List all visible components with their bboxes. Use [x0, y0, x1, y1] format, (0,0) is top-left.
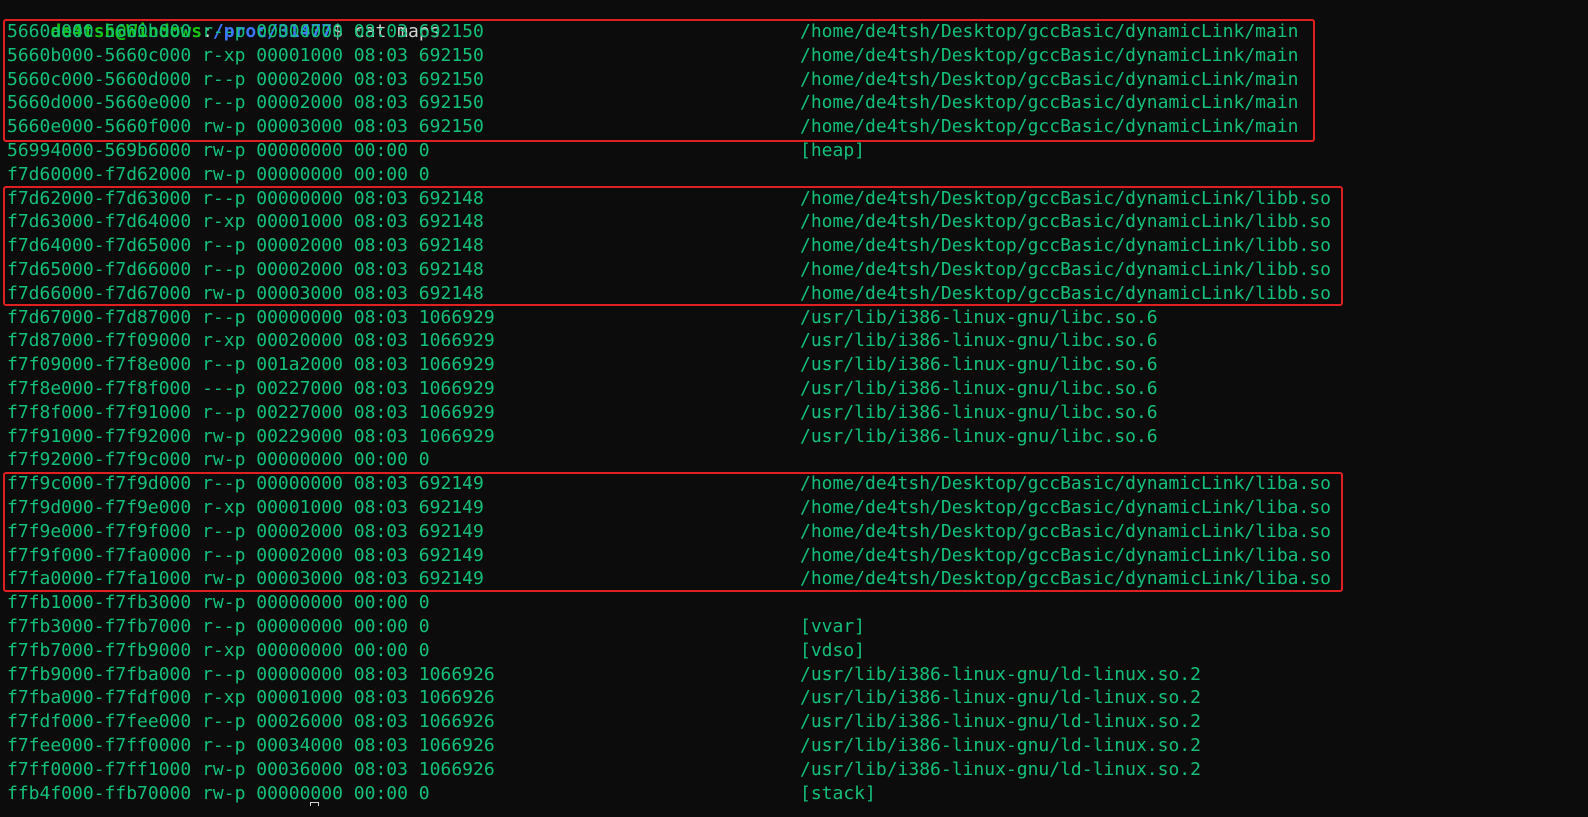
maps-row-pathname: [heap]	[800, 140, 866, 161]
maps-row-fields: 5660a000-5660b000 r--p 00000000 08:03 69…	[7, 21, 484, 42]
maps-row: f7ff0000-f7ff1000 rw-p 00036000 08:03 10…	[7, 758, 1567, 782]
maps-row-pathname: /usr/lib/i386-linux-gnu/libc.so.6	[800, 306, 1158, 328]
maps-row-fields: f7f9c000-f7f9d000 r--p 00000000 08:03 69…	[7, 473, 484, 495]
maps-row-fields: f7d64000-f7d65000 r--p 00002000 08:03 69…	[7, 235, 484, 257]
maps-row: f7f92000-f7f9c000 rw-p 00000000 00:00 0	[7, 448, 1567, 472]
maps-row-pathname: /home/de4tsh/Desktop/gccBasic/dynamicLin…	[800, 235, 1332, 257]
maps-row: f7fb9000-f7fba000 r--p 00000000 08:03 10…	[7, 663, 1567, 687]
maps-row-fields: f7d66000-f7d67000 rw-p 00003000 08:03 69…	[7, 282, 484, 304]
maps-row-pathname: /home/de4tsh/Desktop/gccBasic/dynamicLin…	[800, 21, 1299, 42]
maps-row-pathname: /home/de4tsh/Desktop/gccBasic/dynamicLin…	[800, 259, 1332, 280]
maps-row-pathname: /usr/lib/i386-linux-gnu/ld-linux.so.2	[800, 735, 1201, 756]
maps-row: f7f8f000-f7f91000 r--p 00227000 08:03 10…	[7, 401, 1567, 425]
maps-row: f7fb1000-f7fb3000 rw-p 00000000 00:00 0	[7, 591, 1567, 615]
maps-row-pathname: [vvar]	[800, 616, 866, 637]
maps-row: f7d65000-f7d66000 r--p 00002000 08:03 69…	[7, 258, 1567, 282]
maps-row: f7f91000-f7f92000 rw-p 00229000 08:03 10…	[7, 425, 1567, 449]
maps-row-pathname: /home/de4tsh/Desktop/gccBasic/dynamicLin…	[800, 497, 1332, 518]
maps-row-fields: f7f8e000-f7f8f000 ---p 00227000 08:03 10…	[7, 378, 495, 399]
maps-row-pathname: /usr/lib/i386-linux-gnu/libc.so.6	[800, 401, 1158, 423]
maps-row-fields: f7ff0000-f7ff1000 rw-p 00036000 08:03 10…	[7, 758, 495, 780]
terminal-window[interactable]: de4tsh@Windows:/proc/31477$ cat maps 566…	[0, 0, 1588, 817]
maps-row: f7f09000-f7f8e000 r--p 001a2000 08:03 10…	[7, 353, 1567, 377]
maps-row: f7fb7000-f7fb9000 r-xp 00000000 00:00 0 […	[7, 639, 1567, 663]
maps-row-fields: f7d65000-f7d66000 r--p 00002000 08:03 69…	[7, 259, 484, 280]
maps-row-fields: f7d63000-f7d64000 r-xp 00001000 08:03 69…	[7, 211, 484, 233]
maps-row-pathname: /home/de4tsh/Desktop/gccBasic/dynamicLin…	[800, 473, 1332, 495]
maps-row: 56994000-569b6000 rw-p 00000000 00:00 0 […	[7, 139, 1567, 163]
maps-row-fields: 5660b000-5660c000 r-xp 00001000 08:03 69…	[7, 44, 484, 66]
maps-row-pathname: /home/de4tsh/Desktop/gccBasic/dynamicLin…	[800, 568, 1332, 590]
maps-row: f7f8e000-f7f8f000 ---p 00227000 08:03 10…	[7, 377, 1567, 401]
maps-row-fields: f7fba000-f7fdf000 r-xp 00001000 08:03 10…	[7, 687, 495, 709]
maps-row-pathname: /usr/lib/i386-linux-gnu/libc.so.6	[800, 330, 1158, 352]
maps-row-fields: f7f9f000-f7fa0000 r--p 00002000 08:03 69…	[7, 544, 484, 566]
maps-row-pathname: [stack]	[800, 782, 876, 804]
maps-row: f7d62000-f7d63000 r--p 00000000 08:03 69…	[7, 187, 1567, 211]
maps-row-fields: f7fb9000-f7fba000 r--p 00000000 08:03 10…	[7, 663, 495, 685]
maps-row: ffb4f000-ffb70000 rw-p 00000000 00:00 0 […	[7, 782, 1567, 806]
maps-row: f7fdf000-f7fee000 r--p 00026000 08:03 10…	[7, 710, 1567, 734]
maps-row: f7d64000-f7d65000 r--p 00002000 08:03 69…	[7, 234, 1567, 258]
maps-row-pathname: /home/de4tsh/Desktop/gccBasic/dynamicLin…	[800, 211, 1332, 233]
maps-row: 5660d000-5660e000 r--p 00002000 08:03 69…	[7, 91, 1567, 115]
maps-row: 5660e000-5660f000 rw-p 00003000 08:03 69…	[7, 115, 1567, 139]
maps-row-pathname: /usr/lib/i386-linux-gnu/libc.so.6	[800, 378, 1158, 399]
maps-row: f7fa0000-f7fa1000 rw-p 00003000 08:03 69…	[7, 567, 1567, 591]
maps-row-fields: f7d62000-f7d63000 r--p 00000000 08:03 69…	[7, 187, 484, 209]
maps-row-pathname: /home/de4tsh/Desktop/gccBasic/dynamicLin…	[800, 68, 1299, 90]
maps-row-fields: ffb4f000-ffb70000 rw-p 00000000 00:00 0	[7, 782, 430, 804]
maps-row-pathname: /usr/lib/i386-linux-gnu/ld-linux.so.2	[800, 758, 1201, 780]
maps-row-fields: f7d67000-f7d87000 r--p 00000000 08:03 10…	[7, 306, 495, 328]
maps-row-pathname: /home/de4tsh/Desktop/gccBasic/dynamicLin…	[800, 116, 1299, 138]
maps-row: 5660c000-5660d000 r--p 00002000 08:03 69…	[7, 68, 1567, 92]
maps-row-fields: f7f9e000-f7f9f000 r--p 00002000 08:03 69…	[7, 520, 484, 542]
maps-row-fields: f7f91000-f7f92000 rw-p 00229000 08:03 10…	[7, 425, 495, 447]
maps-row: f7fb3000-f7fb7000 r--p 00000000 00:00 0 […	[7, 615, 1567, 639]
maps-row: f7f9e000-f7f9f000 r--p 00002000 08:03 69…	[7, 520, 1567, 544]
maps-row: 5660b000-5660c000 r-xp 00001000 08:03 69…	[7, 44, 1567, 68]
maps-row: f7d87000-f7f09000 r-xp 00020000 08:03 10…	[7, 329, 1567, 353]
maps-row-fields: f7d60000-f7d62000 rw-p 00000000 00:00 0	[7, 163, 430, 185]
maps-row-pathname: /usr/lib/i386-linux-gnu/libc.so.6	[800, 354, 1158, 376]
maps-row-pathname: /home/de4tsh/Desktop/gccBasic/dynamicLin…	[800, 520, 1332, 542]
maps-row-fields: 56994000-569b6000 rw-p 00000000 00:00 0	[7, 140, 430, 161]
maps-row-fields: 5660d000-5660e000 r--p 00002000 08:03 69…	[7, 92, 484, 114]
maps-row-pathname: /home/de4tsh/Desktop/gccBasic/dynamicLin…	[800, 92, 1299, 114]
maps-row-pathname: /home/de4tsh/Desktop/gccBasic/dynamicLin…	[800, 187, 1332, 209]
maps-row-fields: 5660e000-5660f000 rw-p 00003000 08:03 69…	[7, 116, 484, 138]
maps-row: f7f9f000-f7fa0000 r--p 00002000 08:03 69…	[7, 544, 1567, 568]
maps-row-pathname: /usr/lib/i386-linux-gnu/ld-linux.so.2	[800, 663, 1201, 685]
maps-row: f7d60000-f7d62000 rw-p 00000000 00:00 0	[7, 163, 1567, 187]
maps-row-pathname: /home/de4tsh/Desktop/gccBasic/dynamicLin…	[800, 544, 1332, 566]
maps-row: f7d66000-f7d67000 rw-p 00003000 08:03 69…	[7, 282, 1567, 306]
maps-row-fields: f7fb1000-f7fb3000 rw-p 00000000 00:00 0	[7, 592, 430, 614]
maps-row-fields: 5660c000-5660d000 r--p 00002000 08:03 69…	[7, 68, 484, 90]
text-cursor	[310, 802, 319, 806]
maps-row-fields: f7f8f000-f7f91000 r--p 00227000 08:03 10…	[7, 401, 495, 423]
maps-row-fields: f7f92000-f7f9c000 rw-p 00000000 00:00 0	[7, 449, 430, 471]
maps-row-fields: f7fee000-f7ff0000 r--p 00034000 08:03 10…	[7, 735, 495, 756]
maps-row: f7d67000-f7d87000 r--p 00000000 08:03 10…	[7, 306, 1567, 330]
maps-row-fields: f7f09000-f7f8e000 r--p 001a2000 08:03 10…	[7, 354, 495, 376]
maps-row-pathname: /home/de4tsh/Desktop/gccBasic/dynamicLin…	[800, 44, 1299, 66]
maps-row-pathname: /home/de4tsh/Desktop/gccBasic/dynamicLin…	[800, 282, 1332, 304]
maps-row-fields: f7d87000-f7f09000 r-xp 00020000 08:03 10…	[7, 330, 495, 352]
maps-row: f7fee000-f7ff0000 r--p 00034000 08:03 10…	[7, 734, 1567, 758]
maps-row-pathname: [vdso]	[800, 639, 866, 661]
shell-prompt-line: de4tsh@Windows:/proc/31477$ cat maps	[7, 0, 440, 42]
maps-row-fields: f7fdf000-f7fee000 r--p 00026000 08:03 10…	[7, 711, 495, 733]
maps-row-fields: f7fa0000-f7fa1000 rw-p 00003000 08:03 69…	[7, 568, 484, 590]
maps-row-fields: f7fb3000-f7fb7000 r--p 00000000 00:00 0	[7, 616, 430, 637]
maps-row: f7d63000-f7d64000 r-xp 00001000 08:03 69…	[7, 210, 1567, 234]
maps-row-fields: f7fb7000-f7fb9000 r-xp 00000000 00:00 0	[7, 639, 430, 661]
maps-row: f7f9c000-f7f9d000 r--p 00000000 08:03 69…	[7, 472, 1567, 496]
maps-row-pathname: /usr/lib/i386-linux-gnu/ld-linux.so.2	[800, 711, 1201, 733]
maps-row: f7fba000-f7fdf000 r-xp 00001000 08:03 10…	[7, 686, 1567, 710]
maps-row: 5660a000-5660b000 r--p 00000000 08:03 69…	[7, 20, 1567, 44]
maps-row-pathname: /usr/lib/i386-linux-gnu/ld-linux.so.2	[800, 687, 1201, 709]
maps-row-pathname: /usr/lib/i386-linux-gnu/libc.so.6	[800, 425, 1158, 447]
maps-row: f7f9d000-f7f9e000 r-xp 00001000 08:03 69…	[7, 496, 1567, 520]
maps-row-fields: f7f9d000-f7f9e000 r-xp 00001000 08:03 69…	[7, 497, 484, 518]
